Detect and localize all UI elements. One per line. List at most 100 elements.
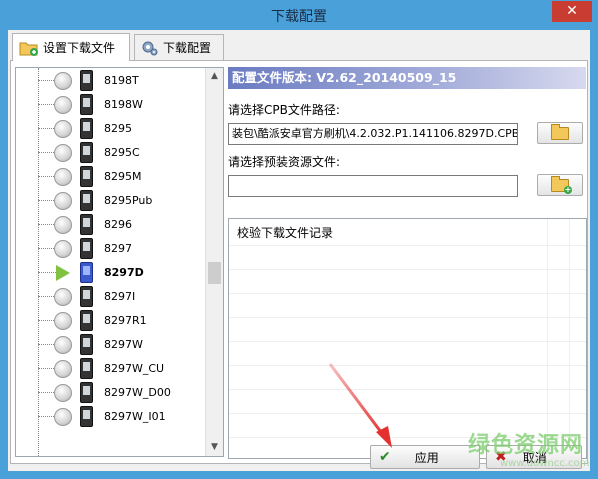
phone-icon: [80, 94, 93, 115]
folder-add-icon: +: [551, 175, 572, 194]
tree-item[interactable]: 8295Pub: [16, 189, 206, 213]
folder-add-icon: [19, 40, 39, 56]
log-grid-line: [229, 317, 586, 318]
tree-item[interactable]: 8297: [16, 237, 206, 261]
log-grid-line: [229, 413, 586, 414]
status-circle-icon: [54, 384, 72, 402]
tree-connector: [38, 272, 58, 273]
status-circle-icon: [54, 360, 72, 378]
tree-item[interactable]: 8295: [16, 117, 206, 141]
tree-item-label: 8198T: [104, 74, 139, 87]
phone-icon: [80, 166, 93, 187]
phone-icon: [80, 334, 93, 355]
tab-download-files[interactable]: 设置下载文件: [12, 33, 130, 61]
version-banner: 配置文件版本: V2.62_20140509_15: [228, 67, 586, 89]
cpb-path-input[interactable]: 装包\酷派安卓官方刷机\4.2.032.P1.141106.8297D.CPB: [228, 123, 518, 145]
phone-icon: [80, 70, 93, 91]
apply-button[interactable]: ✔ 应用: [370, 445, 480, 469]
play-arrow-icon: [56, 265, 70, 281]
status-circle-icon: [54, 408, 72, 426]
tree-scrollbar[interactable]: ▲ ▼: [205, 68, 223, 456]
log-grid-line: [229, 341, 586, 342]
tree-item[interactable]: 8296: [16, 213, 206, 237]
phone-icon: [80, 262, 93, 283]
phone-icon: [80, 310, 93, 331]
tree-item-label: 8295C: [104, 146, 140, 159]
status-circle-icon: [54, 144, 72, 162]
tree-item-label: 8297D: [104, 266, 144, 279]
status-circle-icon: [54, 216, 72, 234]
phone-icon: [80, 238, 93, 259]
gear-icon: [141, 40, 159, 56]
tree-item[interactable]: 8297W: [16, 333, 206, 357]
config-pane: 配置文件版本: V2.62_20140509_15 请选择CPB文件路径: 装包…: [228, 67, 588, 459]
tree-item-label: 8296: [104, 218, 132, 231]
tree-item-label: 8297W_CU: [104, 362, 165, 375]
tree-item[interactable]: 8297W_D00: [16, 381, 206, 405]
tree-item[interactable]: 8295C: [16, 141, 206, 165]
apply-label: 应用: [414, 450, 439, 465]
title-bar[interactable]: 下载配置 ✕: [0, 0, 598, 30]
tree-item[interactable]: 8295M: [16, 165, 206, 189]
log-grid-line: [229, 245, 586, 246]
model-tree[interactable]: 8198T 8198W 8295 8295C 8295M 8295Pub 8296 8297 8…: [15, 67, 224, 457]
cpb-path-label: 请选择CPB文件路径:: [228, 103, 340, 117]
scroll-up-button[interactable]: ▲: [206, 68, 223, 85]
browse-cpb-button[interactable]: [537, 122, 583, 144]
status-circle-icon: [54, 288, 72, 306]
phone-icon: [80, 286, 93, 307]
tree-item-label: 8295Pub: [104, 194, 153, 207]
close-button[interactable]: ✕: [552, 1, 592, 22]
phone-icon: [80, 382, 93, 403]
status-circle-icon: [54, 96, 72, 114]
tree-item-label: 8198W: [104, 98, 143, 111]
log-grid-line: [229, 269, 586, 270]
window-title: 下载配置: [271, 9, 327, 25]
log-grid-line: [229, 389, 586, 390]
tab-download-config[interactable]: 下载配置: [134, 34, 224, 60]
log-grid-line: [229, 293, 586, 294]
status-circle-icon: [54, 168, 72, 186]
browse-resource-button[interactable]: +: [537, 174, 583, 196]
phone-icon: [80, 118, 93, 139]
status-circle-icon: [54, 192, 72, 210]
tree-item-label: 8297W_I01: [104, 410, 166, 423]
tree-item[interactable]: 8297W_CU: [16, 357, 206, 381]
watermark-url: www.downcc.com: [500, 458, 590, 469]
tree-item[interactable]: 8297R1: [16, 309, 206, 333]
watermark-logo: 绿色资源网: [468, 433, 584, 458]
log-grid-line: [229, 365, 586, 366]
tree-item[interactable]: 8198T: [16, 69, 206, 93]
tree-item-label: 8297W_D00: [104, 386, 171, 399]
dialog-window: 下载配置 ✕ 设置下载文件 下载配置 8198T 8198W 8295 8295…: [0, 0, 598, 479]
log-grid-line: [569, 219, 570, 458]
resource-file-label: 请选择预装资源文件:: [228, 155, 341, 169]
status-circle-icon: [54, 240, 72, 258]
phone-icon: [80, 190, 93, 211]
status-circle-icon: [54, 72, 72, 90]
tree-item[interactable]: 8297D: [16, 261, 206, 285]
scroll-thumb[interactable]: [208, 262, 221, 284]
tree-item[interactable]: 8198W: [16, 93, 206, 117]
tree-item-label: 8297W: [104, 338, 143, 351]
resource-file-input[interactable]: [228, 175, 518, 197]
tree-item-label: 8295M: [104, 170, 142, 183]
tree-item-label: 8297I: [104, 290, 136, 303]
phone-icon: [80, 358, 93, 379]
verify-log-box: 校验下载文件记录: [228, 218, 587, 459]
tab-panel: 8198T 8198W 8295 8295C 8295M 8295Pub 8296 8297 8…: [10, 60, 588, 464]
check-icon: ✔: [379, 449, 391, 465]
log-grid-line: [547, 219, 548, 458]
phone-icon: [80, 214, 93, 235]
status-circle-icon: [54, 336, 72, 354]
scroll-down-button[interactable]: ▼: [206, 439, 223, 456]
tree-item-label: 8297: [104, 242, 132, 255]
tab-label: 设置下载文件: [43, 41, 116, 55]
tree-item[interactable]: 8297W_I01: [16, 405, 206, 429]
folder-icon: [551, 123, 569, 140]
tree-item-label: 8295: [104, 122, 132, 135]
dialog-client: 设置下载文件 下载配置 8198T 8198W 8295 8295C 8295M 8295…: [8, 30, 590, 471]
tree-item-label: 8297R1: [104, 314, 147, 327]
status-circle-icon: [54, 120, 72, 138]
tree-item[interactable]: 8297I: [16, 285, 206, 309]
